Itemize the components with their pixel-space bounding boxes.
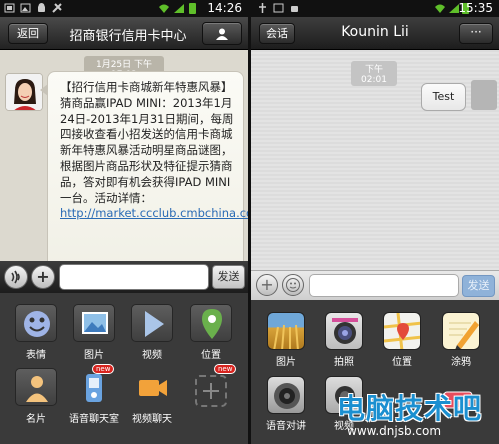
voice-intercom-label: 语音对讲	[266, 421, 306, 432]
camera-label: 拍照	[334, 357, 354, 368]
doodle-label: 涂鸦	[451, 357, 471, 368]
status-bar: 14:26	[0, 0, 248, 17]
add-more-icon	[203, 383, 219, 399]
right-chat-screen: 15:35 会话 Kounin Lii ··· 下午 02:01 Test + …	[251, 0, 499, 444]
site-watermark: 电脑技术吧 www.dnjsb.com	[333, 387, 498, 442]
message-input[interactable]	[309, 274, 459, 297]
usb-icon	[4, 3, 15, 13]
location-tile[interactable]	[190, 304, 232, 342]
more-options-button[interactable]: ···	[459, 23, 493, 44]
video-label: 视频	[142, 350, 162, 361]
status-bar: 15:35	[251, 0, 499, 17]
video-chat-label: 视频聊天	[132, 414, 172, 425]
voice-intercom-icon	[274, 383, 300, 409]
status-time: 15:35	[458, 1, 493, 15]
message-list[interactable]: 下午 02:01 Test	[251, 50, 499, 270]
picture-tile[interactable]	[73, 304, 115, 342]
conversations-back-button[interactable]: 会话	[259, 23, 295, 44]
chat-header: 返回 招商银行信用卡中心	[0, 17, 248, 50]
message-list[interactable]: 1月25日 下午17:02 【招行信用卡商城新年特惠风暴】猜商品赢IPAD MI…	[0, 50, 248, 261]
contact-card-label: 名片	[26, 414, 46, 425]
wifi-icon	[435, 4, 445, 13]
sent-message-bubble[interactable]: Test	[421, 83, 466, 111]
user-avatar[interactable]	[471, 80, 497, 110]
add-more-tile[interactable]	[195, 375, 227, 407]
android-icon	[38, 3, 45, 12]
wifi-icon	[159, 4, 169, 13]
message-link[interactable]: http://market.ccclub.cmbchina.com/ads/	[60, 206, 248, 220]
camera-icon	[332, 318, 358, 344]
voice-intercom-tile[interactable]	[267, 376, 305, 414]
android-icon	[291, 6, 298, 12]
emoji-tile[interactable]	[15, 304, 57, 342]
smiley-icon	[24, 311, 50, 337]
voice-chatroom-label: 语音聊天室	[69, 414, 119, 425]
extension-panel: 表情 图片 视频 位置 名片 new 语音聊天室 视频聊天 new	[0, 293, 248, 444]
picture-label: 图片	[276, 357, 296, 368]
received-message-bubble[interactable]: 【招行信用卡商城新年特惠风暴】猜商品赢IPAD MINI：2013年1月24日-…	[47, 71, 248, 261]
play-icon	[145, 311, 164, 337]
input-bar: + 发送	[0, 261, 248, 293]
voice-toggle-button[interactable]	[4, 265, 28, 289]
image-notification-icon	[20, 3, 31, 13]
picture-tile[interactable]	[267, 312, 305, 350]
send-button[interactable]: 发送	[462, 275, 495, 297]
camera-tile[interactable]	[325, 312, 363, 350]
location-tile[interactable]	[383, 312, 421, 350]
video-chat-tile[interactable]	[131, 368, 173, 406]
usb-icon	[259, 3, 266, 13]
chat-title: Kounin Lii	[341, 24, 409, 40]
sender-avatar[interactable]	[5, 73, 43, 111]
new-badge: new	[92, 364, 115, 374]
tools-icon	[52, 3, 62, 13]
watermark-text: 电脑技术吧	[337, 392, 483, 425]
watermark-url: www.dnjsb.com	[347, 424, 442, 438]
location-pin-icon	[202, 309, 222, 339]
picture-icon	[82, 312, 108, 334]
video-camera-icon	[139, 380, 167, 396]
status-time: 14:26	[207, 1, 242, 15]
emoji-label: 表情	[26, 350, 46, 361]
location-label: 位置	[201, 350, 221, 361]
message-timestamp: 下午 02:01	[351, 61, 397, 86]
back-button[interactable]: 返回	[8, 23, 48, 44]
smiley-icon	[286, 278, 300, 292]
video-tile[interactable]	[131, 304, 173, 342]
picture-label: 图片	[84, 350, 104, 361]
contact-card-tile[interactable]	[15, 368, 57, 406]
woman-avatar-icon	[6, 74, 42, 110]
left-chat-screen: 14:26 返回 招商银行信用卡中心 1月25日 下午17:02 【招行信用卡商…	[0, 0, 248, 444]
location-label: 位置	[392, 357, 412, 368]
picture-icon	[273, 324, 299, 349]
chat-header: 会话 Kounin Lii ···	[251, 17, 499, 50]
chat-title: 招商银行信用卡中心	[69, 29, 187, 44]
new-badge: new	[214, 364, 237, 374]
contact-profile-button[interactable]	[202, 22, 242, 45]
sound-wave-icon	[11, 270, 20, 284]
contact-card-icon	[26, 376, 48, 402]
doodle-tile[interactable]	[442, 312, 480, 350]
attach-plus-button[interactable]: +	[256, 274, 278, 296]
map-location-icon	[384, 313, 420, 349]
person-icon	[216, 28, 228, 40]
battery-icon	[189, 3, 196, 14]
send-button[interactable]: 发送	[212, 265, 245, 289]
attach-plus-button[interactable]: +	[31, 265, 55, 289]
input-bar: + 发送	[251, 270, 499, 300]
image-notification-icon	[273, 3, 284, 13]
message-text: 【招行信用卡商城新年特惠风暴】猜商品赢IPAD MINI：2013年1月24日-…	[60, 80, 234, 205]
signal-icon	[174, 4, 184, 13]
doodle-pencil-icon	[449, 321, 479, 349]
message-input[interactable]	[59, 264, 209, 290]
emoji-button[interactable]	[282, 274, 304, 296]
